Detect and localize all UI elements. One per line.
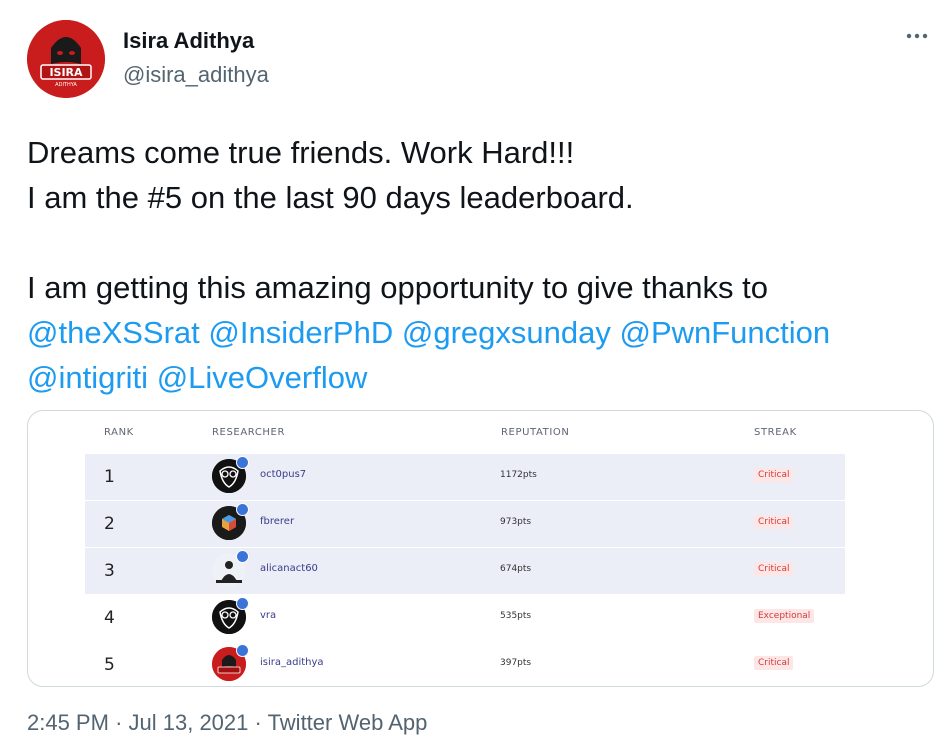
rank-value: 1: [104, 467, 115, 487]
rank-value: 2: [104, 514, 115, 534]
streak-badge: Critical: [754, 468, 794, 482]
streak-badge: Critical: [754, 656, 794, 670]
svg-text:ADITHYA: ADITHYA: [55, 82, 77, 88]
column-header-rank: RANK: [104, 427, 134, 438]
researcher-name: alicanact60: [260, 563, 318, 574]
cube-avatar-icon: [212, 503, 249, 540]
rank-value: 4: [104, 608, 115, 628]
column-header-streak: STREAK: [754, 427, 797, 438]
researcher-name: fbrerer: [260, 516, 295, 527]
verified-badge-icon: [236, 550, 249, 563]
streak-badge: Critical: [754, 515, 794, 529]
source-app-link[interactable]: Twitter Web App: [268, 710, 428, 735]
tweet-media-image[interactable]: RANK RESEARCHER REPUTATION STREAK 1 oct0…: [27, 410, 934, 687]
tweet-text: Dreams come true friends. Work Hard!!! I…: [27, 130, 932, 400]
researcher-name: vra: [260, 610, 277, 621]
mention-line: @intigriti @LiveOverflow: [27, 355, 932, 400]
reputation-value: 973pts: [500, 517, 532, 527]
tweet: ISIRA ADITHYA Isira Adithya @isira_adith…: [0, 0, 945, 754]
reputation-value: 397pts: [500, 658, 532, 668]
tweet-line: I am getting this amazing opportunity to…: [27, 270, 768, 305]
owl-avatar-icon: [212, 456, 249, 493]
silhouette-avatar-icon: [212, 550, 249, 587]
mention-link[interactable]: @LiveOverflow: [157, 360, 368, 395]
rank-value: 3: [104, 561, 115, 581]
researcher-name: isira_adithya: [260, 657, 324, 668]
leaderboard-row: 2 fbrerer 973pts Critical: [85, 501, 845, 547]
reputation-value: 1172pts: [500, 470, 537, 480]
tweet-time[interactable]: 2:45 PM: [27, 710, 109, 735]
verified-badge-icon: [236, 456, 249, 469]
mention-link[interactable]: @gregxsunday: [402, 315, 611, 350]
mention-link[interactable]: @InsiderPhD: [208, 315, 393, 350]
more-horizontal-icon: [906, 33, 928, 39]
verified-badge-icon: [236, 503, 249, 516]
owl-avatar-icon: [212, 597, 249, 634]
tweet-line: I am the #5 on the last 90 days leaderbo…: [27, 180, 634, 215]
mention-link[interactable]: @theXSSrat: [27, 315, 200, 350]
reputation-value: 535pts: [500, 611, 532, 621]
streak-badge: Critical: [754, 562, 794, 576]
red-logo-avatar-icon: [212, 644, 249, 681]
author-handle[interactable]: @isira_adithya: [123, 62, 269, 88]
leaderboard-row: 3 alicanact60 674pts Critical: [85, 548, 845, 594]
more-options-button[interactable]: [903, 26, 931, 46]
tweet-line: Dreams come true friends. Work Hard!!!: [27, 135, 575, 170]
svg-text:ISIRA: ISIRA: [49, 66, 83, 79]
mention-link[interactable]: @intigriti: [27, 360, 148, 395]
tweet-timestamp: 2:45 PM · Jul 13, 2021 · Twitter Web App: [27, 710, 427, 736]
column-header-reputation: REPUTATION: [501, 427, 570, 438]
author-avatar[interactable]: ISIRA ADITHYA: [27, 20, 105, 98]
author-logo-icon: ISIRA ADITHYA: [27, 20, 105, 98]
rank-value: 5: [104, 655, 115, 675]
reputation-value: 674pts: [500, 564, 532, 574]
author-display-name[interactable]: Isira Adithya: [123, 28, 254, 54]
leaderboard-row: 5 isira_adithya 397pts Critical: [85, 642, 845, 686]
separator-dot: ·: [115, 710, 123, 735]
mention-link[interactable]: @PwnFunction: [619, 315, 830, 350]
mention-line: @theXSSrat @InsiderPhD @gregxsunday @Pwn…: [27, 310, 932, 355]
verified-badge-icon: [236, 597, 249, 610]
leaderboard-row: 4 vra 535pts Exceptional: [85, 595, 845, 641]
verified-badge-icon: [236, 644, 249, 657]
tweet-date[interactable]: Jul 13, 2021: [129, 710, 249, 735]
streak-badge: Exceptional: [754, 609, 815, 623]
researcher-name: oct0pus7: [260, 469, 307, 480]
separator-dot: ·: [254, 710, 262, 735]
column-header-researcher: RESEARCHER: [212, 427, 285, 438]
leaderboard-row: 1 oct0pus7 1172pts Critical: [85, 454, 845, 500]
